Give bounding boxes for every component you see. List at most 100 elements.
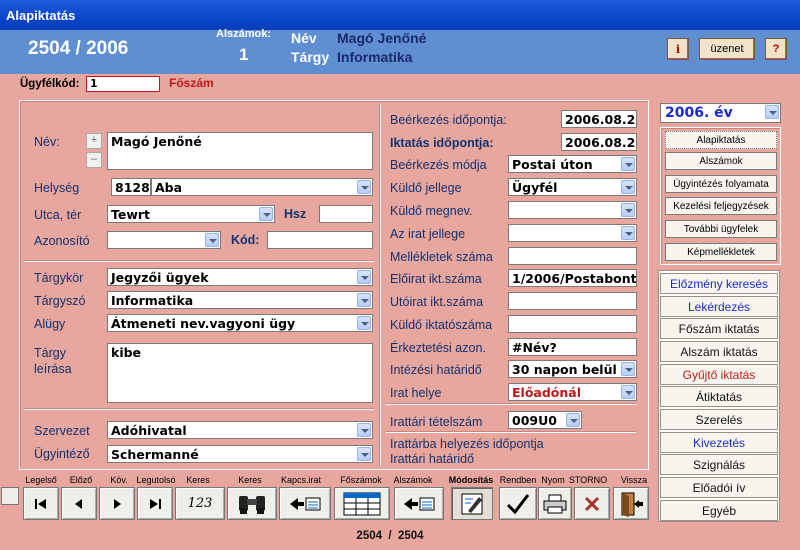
- next-doc-label: Utóirat ikt.száma: [390, 295, 484, 309]
- action-button-main-filing[interactable]: Főszám iktatás: [660, 318, 778, 339]
- name-textarea[interactable]: Magó Jenőné: [107, 132, 373, 170]
- action-button-sign[interactable]: Szignálás: [660, 454, 778, 475]
- section-button-subnumbers[interactable]: Alszámok: [665, 152, 777, 170]
- chevron-down-icon[interactable]: [621, 226, 635, 240]
- receipt-id-input[interactable]: #Név?: [508, 338, 637, 356]
- chevron-down-icon[interactable]: [205, 233, 219, 247]
- edit-button[interactable]: [451, 487, 493, 520]
- organization-select[interactable]: Adóhivatal: [107, 421, 373, 439]
- action-button-sheet[interactable]: Előadói ív: [660, 477, 778, 498]
- action-button-history[interactable]: Előzmény keresés: [660, 273, 778, 294]
- code-input[interactable]: [267, 231, 373, 249]
- last-record-button[interactable]: [137, 487, 173, 520]
- archive-item-value: 009U0: [512, 413, 557, 428]
- doc-place-select[interactable]: Előadónál: [508, 383, 637, 401]
- binoculars-icon: [239, 495, 265, 514]
- action-button-other[interactable]: Egyéb: [660, 500, 778, 521]
- info-button[interactable]: i: [667, 38, 689, 60]
- chevron-down-icon[interactable]: [357, 293, 371, 307]
- description-textarea[interactable]: kibe: [107, 343, 373, 403]
- keyword-select[interactable]: Informatika: [107, 291, 373, 309]
- table-grid-icon: [343, 492, 381, 515]
- keyword-label: Tárgyszó: [34, 294, 86, 308]
- toolbar-label-first: Legelső: [25, 475, 57, 485]
- chevron-down-icon[interactable]: [621, 385, 635, 399]
- sender-file-input[interactable]: [508, 315, 637, 333]
- arrival-date-input[interactable]: 2006.08.20.: [561, 110, 637, 128]
- help-button[interactable]: ?: [765, 38, 787, 60]
- client-code-input[interactable]: 1: [86, 76, 160, 92]
- search-button[interactable]: [227, 487, 277, 520]
- action-button-query[interactable]: Lekérdezés: [660, 296, 778, 317]
- action-button-removal[interactable]: Kivezetés: [660, 432, 778, 453]
- officer-select[interactable]: Schermanné: [107, 445, 373, 463]
- attachments-label: Mellékletek száma: [390, 250, 493, 264]
- city-select[interactable]: Aba: [151, 178, 373, 196]
- subcase-select-value: Átmeneti nev.vagyoni ügy: [111, 316, 296, 331]
- sender-name-select[interactable]: [508, 201, 637, 219]
- identifier-select[interactable]: [107, 231, 221, 249]
- chevron-down-icon[interactable]: [765, 105, 779, 119]
- deadline-select[interactable]: 30 napon belül: [508, 360, 637, 378]
- arrival-method-label: Beérkezés módja: [390, 158, 487, 172]
- record-selector[interactable]: [1, 487, 19, 505]
- city-label: Helység: [34, 181, 80, 195]
- chevron-down-icon[interactable]: [259, 207, 273, 221]
- first-record-button[interactable]: [23, 487, 59, 520]
- chevron-down-icon[interactable]: [357, 423, 371, 437]
- description-label-2: leírása: [34, 362, 72, 376]
- subnumbers-button[interactable]: [394, 487, 444, 520]
- sender-type-select[interactable]: Ügyfél: [508, 178, 637, 196]
- search-number-button[interactable]: 123: [175, 487, 225, 520]
- plus-icon[interactable]: +: [86, 133, 102, 149]
- deadline-label: Intézési határidő: [390, 363, 482, 377]
- storno-button[interactable]: [574, 487, 610, 520]
- officer-label: Ügyintéző: [34, 447, 90, 461]
- subcase-label: Alügy: [34, 317, 66, 331]
- subcase-select[interactable]: Átmeneti nev.vagyoni ügy: [107, 314, 373, 332]
- main-numbers-button[interactable]: [334, 487, 390, 520]
- section-button-clients[interactable]: További ügyfelek: [665, 220, 777, 238]
- minus-icon[interactable]: –: [86, 152, 102, 168]
- print-button[interactable]: [538, 487, 572, 520]
- street-select[interactable]: Tewrt: [107, 205, 275, 223]
- chevron-down-icon[interactable]: [621, 203, 635, 217]
- section-button-basic[interactable]: Alapiktatás: [665, 131, 777, 149]
- chevron-down-icon[interactable]: [357, 270, 371, 284]
- next-record-button[interactable]: [99, 487, 135, 520]
- house-number-input[interactable]: [319, 205, 373, 223]
- zip-input[interactable]: 8128: [111, 178, 151, 196]
- action-button-merge[interactable]: Szerelés: [660, 409, 778, 430]
- chevron-down-icon[interactable]: [357, 180, 371, 194]
- year-select[interactable]: 2006. év: [660, 103, 781, 123]
- filing-date-input[interactable]: 2006.08.20.: [561, 133, 637, 151]
- chevron-down-icon[interactable]: [566, 413, 580, 427]
- prev-record-button[interactable]: [61, 487, 97, 520]
- receipt-id-label: Érkeztetési azon.: [390, 341, 486, 355]
- chevron-down-icon[interactable]: [621, 362, 635, 376]
- action-button-refile[interactable]: Átiktatás: [660, 386, 778, 407]
- action-button-sub-filing[interactable]: Alszám iktatás: [660, 341, 778, 362]
- storno-cross-icon: [584, 496, 600, 511]
- section-button-process[interactable]: Ügyintézés folyamata: [665, 175, 777, 193]
- section-button-images[interactable]: Képmellékletek: [665, 243, 777, 261]
- arrival-method-select[interactable]: Postai úton: [508, 155, 637, 173]
- back-button[interactable]: [613, 487, 649, 520]
- next-doc-input[interactable]: [508, 292, 637, 310]
- chevron-down-icon[interactable]: [621, 157, 635, 171]
- chevron-down-icon[interactable]: [357, 447, 371, 461]
- linked-document-button[interactable]: [279, 487, 331, 520]
- toolbar-label-search: Keres: [238, 475, 262, 485]
- topic-select[interactable]: Jegyzői ügyek: [107, 268, 373, 286]
- action-button-collector-filing[interactable]: Gyűjtő iktatás: [660, 364, 778, 385]
- doc-type-select[interactable]: [508, 224, 637, 242]
- message-button[interactable]: üzenet: [699, 38, 755, 60]
- attachments-input[interactable]: [508, 247, 637, 265]
- ok-button[interactable]: [499, 487, 537, 520]
- section-button-notes[interactable]: Kezelési feljegyzések: [665, 197, 777, 215]
- archive-item-select[interactable]: 009U0: [508, 411, 582, 429]
- prev-doc-input[interactable]: 1/2006/Postabontó: [508, 269, 637, 287]
- chevron-down-icon[interactable]: [621, 180, 635, 194]
- chevron-down-icon[interactable]: [357, 316, 371, 330]
- header-subject-value: Informatika: [337, 49, 413, 65]
